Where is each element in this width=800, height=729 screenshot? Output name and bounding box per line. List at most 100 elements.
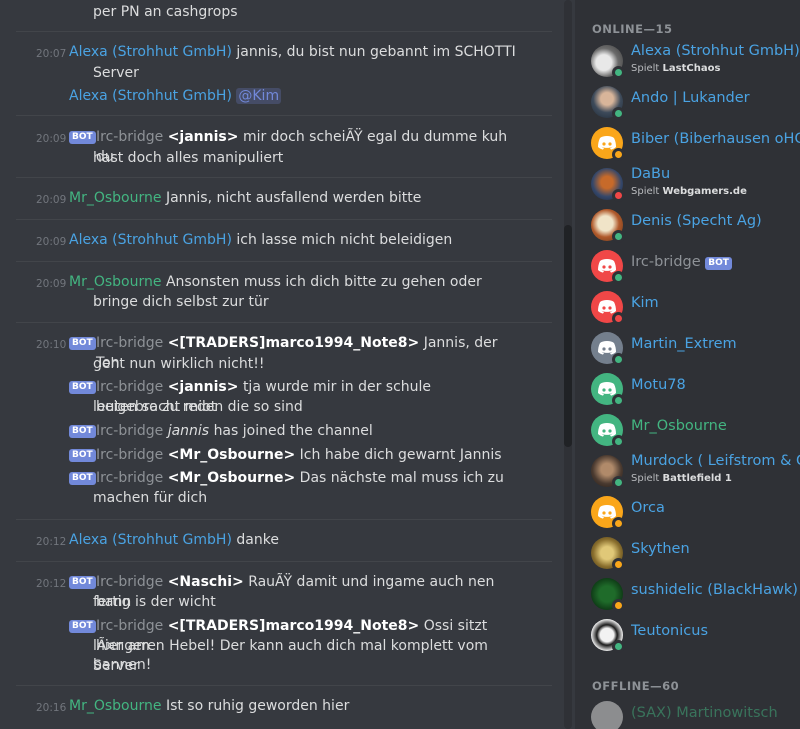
avatar [591,209,625,243]
message-body: Alexa (Strohhut GmbH) danke [69,530,519,550]
member-sushidelic[interactable]: sushidelic (BlackHawk) [591,576,800,612]
status-idle-icon [612,517,625,530]
member-name: Alexa (Strohhut GmbH) [631,43,800,59]
member-dabu[interactable]: DaBu Spielt Webgamers.de [591,166,800,202]
author-name[interactable]: Irc-bridge [96,379,163,395]
bot-badge: BOT [69,472,96,485]
member-motu78[interactable]: Motu78 [591,371,800,407]
message-text: Ich habe dich gewarnt Jannis [299,447,502,463]
online-section-header: ONLINE—15 [592,22,673,36]
avatar [591,332,625,366]
message-text: geht nun wirklich nicht!! [93,356,265,372]
author-name[interactable]: Mr_Osbourne [69,274,161,290]
bot-badge: BOT [69,576,96,589]
message-divider [16,219,552,220]
member-kim[interactable]: Kim [591,289,800,325]
member-irc-bridge[interactable]: Irc-bridge BOT [591,248,800,284]
message-divider [16,561,552,562]
author-name[interactable]: Alexa (Strohhut GmbH) [69,44,232,60]
message-text: Server [93,65,139,81]
bot-badge: BOT [705,257,732,270]
member-teutonicus[interactable]: Teutonicus [591,617,800,653]
author-name[interactable]: Irc-bridge [96,447,163,463]
member-activity: Spielt LastChaos [631,63,721,74]
author-name[interactable]: Irc-bridge [96,335,163,351]
user-mention[interactable]: @Kim [236,88,282,104]
message-text: fertig is der wicht [93,594,216,610]
author-name[interactable]: Mr_Osbourne [69,698,161,714]
author-name[interactable]: Mr_Osbourne [69,190,161,206]
timestamp: 20:09 [36,278,67,290]
member-denis[interactable]: Denis (Specht Ag) [591,207,800,243]
message-text: machen für dich [93,490,208,506]
author-name[interactable]: Alexa (Strohhut GmbH) [69,532,232,548]
member-sax-martinowitsch[interactable]: (SAX) Martinowitsch [591,699,800,729]
avatar [591,373,625,407]
bot-badge: BOT [69,449,96,462]
chat-scrollbar-thumb[interactable] [564,225,572,447]
member-list: ONLINE—15 Alexa (Strohhut GmbH) Spielt L… [575,0,800,729]
author-name[interactable]: Irc-bridge [96,423,163,439]
member-alexa[interactable]: Alexa (Strohhut GmbH) Spielt LastChaos [591,43,800,79]
member-biber[interactable]: Biber (Biberhausen oHG) [591,125,800,161]
status-dnd-icon [612,312,625,325]
member-name: (SAX) Martinowitsch [631,705,778,721]
author-name[interactable]: Alexa (Strohhut GmbH) [69,88,232,104]
avatar [591,291,625,325]
author-name[interactable]: Irc-bridge [96,129,163,145]
message-body: Alexa (Strohhut GmbH) @Kim [69,86,519,106]
member-name: Denis (Specht Ag) [631,213,762,229]
member-skythen[interactable]: Skythen [591,535,800,571]
avatar [591,455,625,489]
message-body: Irc-bridge <Mr_Osbourne> Das nächste mal… [96,468,516,488]
status-online-icon [612,394,625,407]
message-body: Alexa (Strohhut GmbH) jannis, du bist nu… [69,42,519,62]
author-name[interactable]: Irc-bridge [96,574,163,590]
member-name: Orca [631,500,665,516]
status-online-icon [612,435,625,448]
member-mr-osbourne[interactable]: Mr_Osbourne [591,412,800,448]
irc-nick: <jannis> [167,379,239,395]
bot-badge: BOT [69,425,96,438]
author-name[interactable]: Irc-bridge [96,470,163,486]
status-online-icon [612,230,625,243]
author-name[interactable]: Alexa (Strohhut GmbH) [69,232,232,248]
message-body: Irc-bridge jannis has joined the channel [96,421,516,441]
timestamp: 20:16 [36,702,67,714]
bot-badge: BOT [69,337,96,350]
message-divider [16,519,552,520]
message-text: Ist so ruhig geworden hier [165,698,350,714]
message-divider [16,685,552,686]
member-activity: Spielt Webgamers.de [631,186,747,197]
message-text: Jannis, nicht ausfallend werden bitte [165,190,422,206]
message-text: per PN an cashgrops [93,4,238,20]
avatar [591,414,625,448]
irc-nick: <Naschi> [167,574,244,590]
irc-nick: <[TRADERS]marco1994_Note8> [167,618,420,634]
member-ando[interactable]: Ando | Lukander [591,84,800,120]
status-online-icon [612,353,625,366]
member-murdock[interactable]: Murdock ( Leifstrom & Co) Spielt Battlef… [591,453,800,489]
member-martin-extrem[interactable]: Martin_Extrem [591,330,800,366]
member-name: Kim [631,295,659,311]
timestamp: 20:07 [36,48,67,60]
timestamp: 20:09 [36,236,67,248]
member-orca[interactable]: Orca [591,494,800,530]
author-name[interactable]: Irc-bridge [96,618,163,634]
member-activity: Spielt Battlefield 1 [631,473,732,484]
member-name: Irc-bridge BOT [631,254,800,270]
message-body: Mr_Osbourne Jannis, nicht ausfallend wer… [69,188,519,208]
status-online-icon [612,271,625,284]
irc-nick: <jannis> [167,129,239,145]
message-divider [16,322,552,323]
member-name: Motu78 [631,377,686,393]
status-idle-icon [612,148,625,161]
message-text: ich lasse mich nicht beleidigen [236,232,453,248]
timestamp: 20:09 [36,133,67,145]
bot-badge: BOT [69,381,96,394]
bot-badge: BOT [69,620,96,633]
avatar [591,537,625,571]
avatar [591,127,625,161]
message-divider [16,115,552,116]
message-text: jannis, du bist nun gebannt im SCHOTTI [236,44,516,60]
